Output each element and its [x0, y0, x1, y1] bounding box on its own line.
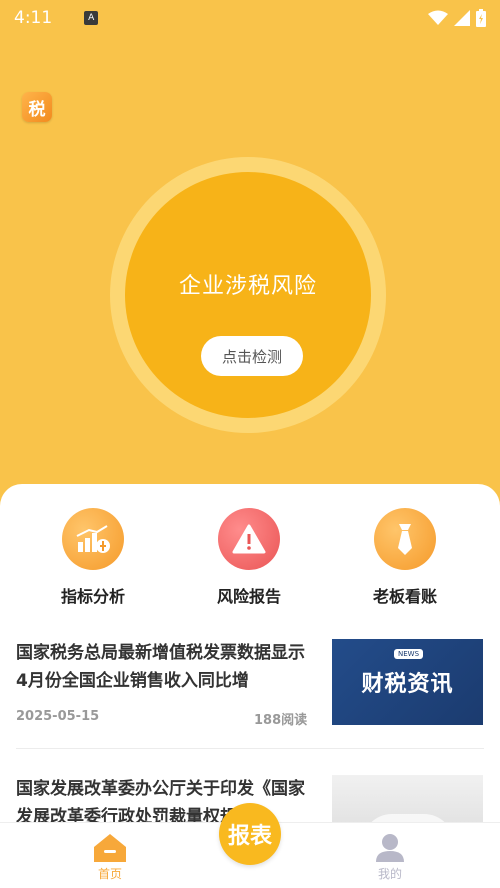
notification-icon: A: [84, 11, 99, 25]
signal-icon: [454, 10, 470, 26]
tab-home-label: 首页: [97, 867, 122, 881]
thumb-text: 财税资讯: [361, 672, 454, 697]
thumb-badge: NEWS: [394, 649, 424, 659]
news-reads: 188阅读: [254, 713, 308, 728]
risk-detect-circle[interactable]: 企业涉税风险 点击检测: [125, 172, 371, 418]
status-bar: 4:11 A: [0, 0, 500, 36]
tab-home[interactable]: 首页: [70, 833, 150, 882]
quick-label-risk-report: 风险报告: [216, 587, 281, 606]
quick-label-boss-accounts: 老板看账: [372, 587, 437, 606]
tab-mine-label: 我的: [377, 867, 402, 881]
app-logo: 税: [22, 92, 52, 122]
quick-menu: 指标分析 风险报告 老板看账: [0, 508, 500, 608]
status-icons: [428, 9, 486, 27]
news-thumbnail: NEWS 财税资讯: [332, 639, 483, 725]
quick-item-boss-accounts[interactable]: 老板看账: [345, 508, 465, 607]
status-time: 4:11: [14, 8, 53, 28]
battery-icon: [476, 9, 486, 27]
quick-label-indicator-analysis: 指标分析: [60, 587, 125, 606]
quick-item-risk-report[interactable]: 风险报告: [189, 508, 309, 607]
home-icon: [94, 834, 126, 862]
tab-mine[interactable]: 我的: [350, 833, 430, 882]
quick-item-indicator-analysis[interactable]: 指标分析: [33, 508, 153, 607]
user-icon: [376, 834, 404, 862]
news-title: 国家税务总局最新增值税发票数据显示4月份全国企业销售收入同比增: [16, 643, 305, 691]
news-date: 2025-05-15: [16, 709, 100, 724]
risk-detect-ring: 企业涉税风险 点击检测: [110, 157, 386, 433]
chart-icon: [62, 508, 124, 570]
detect-button[interactable]: 点击检测: [201, 336, 303, 376]
news-item[interactable]: 国家税务总局最新增值税发票数据显示4月份全国企业销售收入同比增 2025-05-…: [16, 639, 484, 749]
warning-icon: [218, 508, 280, 570]
risk-title: 企业涉税风险: [178, 274, 317, 299]
tie-icon: [374, 508, 436, 570]
report-fab-button[interactable]: 报表: [219, 803, 281, 865]
wifi-icon: [428, 10, 448, 25]
